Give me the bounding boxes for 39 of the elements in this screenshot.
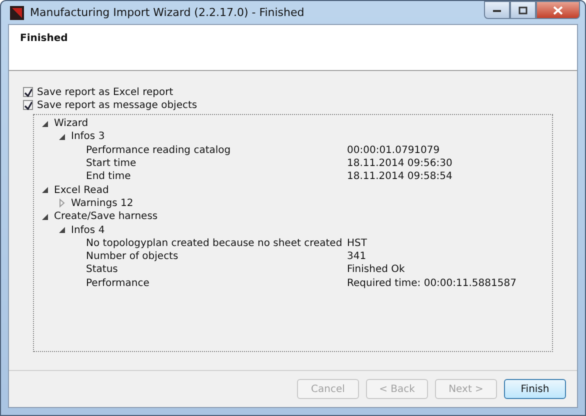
entry-value: 18.11.2014 09:58:54 (347, 171, 452, 182)
node-label[interactable]: Wizard (54, 118, 88, 130)
entry-label: Start time (86, 158, 136, 170)
maximize-icon (518, 6, 528, 14)
entry-label: Status (86, 264, 118, 276)
close-icon (553, 6, 563, 14)
entry-value: 341 (347, 251, 366, 262)
node-label[interactable]: Infos 3 (71, 131, 105, 142)
entry-value: HST (347, 238, 367, 249)
entry-value: 18.11.2014 09:56:30 (347, 158, 452, 170)
minimize-icon (492, 7, 502, 13)
entry-label: No topologyplan created because no sheet created (86, 238, 342, 249)
entry-value: 00:00:01.0791079 (347, 144, 440, 156)
node-label[interactable]: Warnings 12 (71, 198, 134, 209)
entry-label: End time (86, 171, 131, 182)
expanded-arrow-icon[interactable] (40, 185, 50, 196)
expanded-arrow-icon[interactable] (40, 118, 50, 129)
close-button[interactable] (536, 1, 580, 19)
expanded-arrow-icon[interactable] (40, 212, 50, 222)
node-label[interactable]: Create/Save harness (54, 211, 158, 222)
checkbox-label[interactable]: Save report as message objects (37, 100, 198, 110)
node-label[interactable]: Excel Read (54, 184, 109, 196)
expanded-arrow-icon[interactable] (57, 132, 67, 142)
window-title: Manufacturing Import Wizard (2.2.17.0) - Finished (30, 6, 304, 19)
entry-label: Number of objects (86, 251, 178, 262)
page-title: Finished (20, 33, 68, 44)
entry-value: Finished Ok (347, 264, 405, 276)
checkbox[interactable] (23, 100, 33, 110)
entry-label: Performance reading catalog (86, 144, 231, 156)
app-icon (10, 6, 24, 20)
entry-label: Performance (86, 278, 150, 289)
node-label[interactable]: Infos 4 (71, 224, 105, 236)
minimize-button[interactable] (484, 1, 510, 19)
wizard-button[interactable]: Finish (504, 379, 566, 399)
checkbox-label[interactable]: Save report as Excel report (37, 86, 174, 98)
checkbox[interactable] (23, 87, 33, 97)
entry-value: Required time: 00:00:11.5881587 (347, 278, 516, 289)
maximize-button[interactable] (510, 1, 536, 19)
expanded-arrow-icon[interactable] (57, 225, 67, 236)
